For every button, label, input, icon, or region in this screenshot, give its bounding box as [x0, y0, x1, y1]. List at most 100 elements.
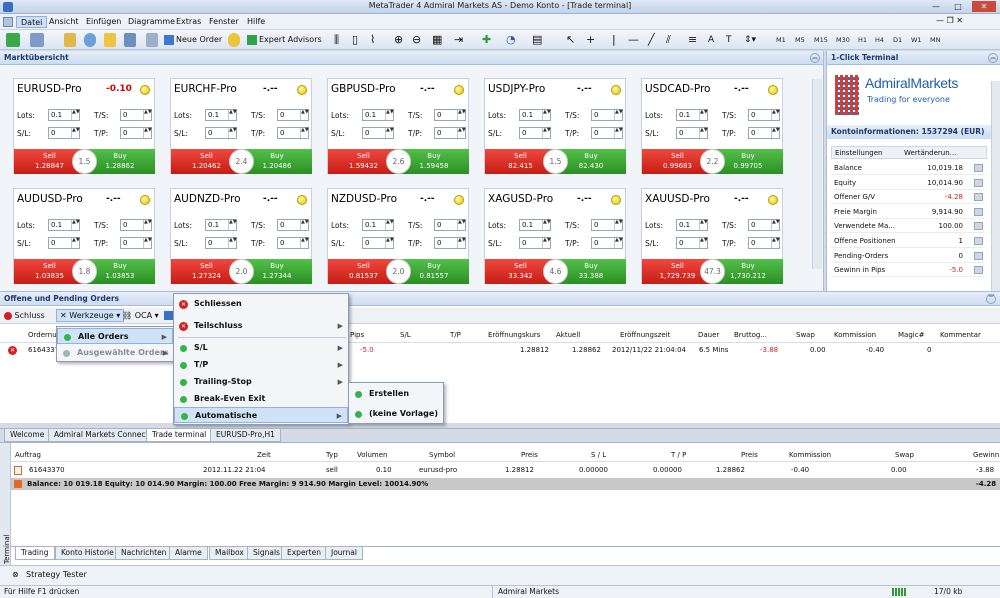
row-action-icon[interactable]	[974, 251, 983, 260]
timeframe-mn[interactable]: MN	[930, 34, 940, 46]
cursor-icon[interactable]: ↖	[566, 33, 578, 47]
row-action-icon[interactable]	[974, 164, 983, 172]
close-row-icon[interactable]: ✕	[8, 346, 17, 355]
timeframe-d1[interactable]: D1	[893, 34, 902, 46]
stepper-arrows-icon[interactable]: ▲▼	[143, 128, 152, 138]
stepper-arrows-icon[interactable]: ▲▼	[143, 110, 152, 120]
sl-stepper[interactable]: 0 ▲▼	[676, 237, 708, 249]
lots-stepper[interactable]: 0.1 ▲▼	[362, 219, 394, 231]
stepper-arrows-icon[interactable]: ▲▼	[614, 110, 623, 120]
terminal-tab[interactable]: Journal	[325, 547, 363, 560]
sl-stepper[interactable]: 0 ▲▼	[48, 127, 80, 139]
stepper-arrows-icon[interactable]: ▲▼	[771, 238, 780, 248]
sl-stepper[interactable]: 0 ▲▼	[48, 237, 80, 249]
menu-sl[interactable]: S/L ▶	[174, 340, 348, 356]
stepper-arrows-icon[interactable]: ▲▼	[228, 238, 237, 248]
terminal-col-header[interactable]: Volumen	[357, 449, 387, 461]
row-action-icon[interactable]	[974, 207, 983, 216]
stepper-arrows-icon[interactable]: ▲▼	[228, 220, 237, 230]
terminal-tab[interactable]: Konto Historie	[55, 547, 120, 560]
menu-selected-orders[interactable]: Ausgewählte Orders ▶	[57, 345, 173, 361]
ts-stepper[interactable]: 0 ▲▼	[748, 219, 780, 231]
row-action-icon[interactable]	[974, 266, 983, 275]
menu-datei[interactable]: Datei	[16, 16, 48, 28]
tp-stepper[interactable]: 0 ▲▼	[277, 237, 309, 249]
stepper-arrows-icon[interactable]: ▲▼	[771, 220, 780, 230]
stepper-arrows-icon[interactable]: ▲▼	[71, 128, 80, 138]
row-action-icon[interactable]	[974, 222, 983, 231]
new-chart-icon[interactable]	[6, 33, 20, 47]
tab-trade-terminal[interactable]: Trade terminal	[146, 429, 213, 442]
text-icon[interactable]: A	[708, 33, 720, 47]
orders-col-header[interactable]: T/P	[450, 329, 461, 341]
profiles-icon[interactable]	[30, 33, 44, 47]
lots-stepper[interactable]: 0.1 ▲▼	[48, 219, 80, 231]
timeframe-h4[interactable]: H4	[875, 34, 884, 46]
tab-admiral-connect[interactable]: Admiral Markets Connect	[48, 429, 155, 442]
lots-stepper[interactable]: 0.1 ▲▼	[205, 109, 237, 121]
timeframe-w1[interactable]: W1	[911, 34, 922, 46]
timeframe-m5[interactable]: M5	[795, 34, 805, 46]
lots-stepper[interactable]: 0.1 ▲▼	[519, 109, 551, 121]
lots-stepper[interactable]: 0.1 ▲▼	[519, 219, 551, 231]
ts-stepper[interactable]: 0 ▲▼	[434, 219, 466, 231]
terminal-tab[interactable]: Trading	[15, 547, 55, 560]
templates-icon[interactable]: ▤	[532, 33, 544, 47]
navigator-icon[interactable]	[84, 33, 96, 47]
orders-col-header[interactable]: Dauer	[698, 329, 719, 341]
tp-stepper[interactable]: 0 ▲▼	[748, 237, 780, 249]
stepper-arrows-icon[interactable]: ▲▼	[143, 238, 152, 248]
menu-diagramme[interactable]: Diagramme	[124, 16, 179, 28]
text-label-icon[interactable]: T	[726, 33, 738, 47]
sl-stepper[interactable]: 0 ▲▼	[362, 237, 394, 249]
terminal-tab[interactable]: Mailbox	[209, 547, 250, 560]
tab-eurusd-chart[interactable]: EURUSD-Pro,H1	[210, 429, 281, 442]
orders-col-header[interactable]: Pips	[350, 329, 364, 341]
stepper-arrows-icon[interactable]: ▲▼	[385, 238, 394, 248]
stepper-arrows-icon[interactable]: ▲▼	[542, 110, 551, 120]
terminal-col-header[interactable]: Gewinn	[973, 449, 999, 461]
terminal-icon[interactable]	[124, 33, 136, 47]
stepper-arrows-icon[interactable]: ▲▼	[771, 110, 780, 120]
maximize-button[interactable]: □	[950, 1, 966, 12]
stepper-arrows-icon[interactable]: ▲▼	[300, 110, 309, 120]
terminal-row[interactable]: 61643370 2012.11.22 21:04 sell 0.10 euru…	[11, 464, 1000, 477]
sl-stepper[interactable]: 0 ▲▼	[362, 127, 394, 139]
menu-auto-close[interactable]: Automatische Positionsschliessung▶	[174, 407, 348, 436]
tp-stepper[interactable]: 0 ▲▼	[591, 127, 623, 139]
ts-stepper[interactable]: 0 ▲▼	[748, 109, 780, 121]
close-window-button[interactable]: ✕	[972, 1, 996, 12]
stepper-arrows-icon[interactable]: ▲▼	[71, 110, 80, 120]
stepper-arrows-icon[interactable]: ▲▼	[542, 220, 551, 230]
orders-col-header[interactable]: Eröffnungskurs	[488, 329, 540, 341]
terminal-col-header[interactable]: Auftrag	[15, 449, 41, 461]
menu-create[interactable]: Erstellen	[349, 386, 443, 402]
stepper-arrows-icon[interactable]: ▲▼	[385, 110, 394, 120]
terminal-col-header[interactable]: Typ	[326, 449, 338, 461]
market-scrollbar[interactable]	[812, 79, 822, 269]
menu-partial-close[interactable]: ✕ Teilschluss ▶	[174, 318, 348, 334]
collapse-icon[interactable]: ︽	[988, 53, 998, 63]
candle-chart-icon[interactable]: ▯	[352, 33, 364, 47]
close-order-button[interactable]: Schluss	[4, 310, 45, 322]
indicators-icon[interactable]: ✚	[482, 33, 494, 47]
terminal-tab[interactable]: Experten	[281, 547, 327, 560]
stepper-arrows-icon[interactable]: ▲▼	[699, 128, 708, 138]
stepper-arrows-icon[interactable]: ▲▼	[457, 128, 466, 138]
close-tester-icon[interactable]: ⊗	[12, 570, 19, 579]
zoom-in-icon[interactable]: ⊕	[394, 33, 406, 47]
menu-trailing-stop[interactable]: Trailing-Stop ▶	[174, 374, 348, 390]
tools-button[interactable]: ✕ Werkzeuge ▾	[56, 309, 125, 322]
expert-advisors-button[interactable]: Expert Advisors	[247, 33, 322, 47]
ts-stepper[interactable]: 0 ▲▼	[120, 109, 152, 121]
menu-hilfe[interactable]: Hilfe	[243, 16, 269, 28]
tp-stepper[interactable]: 0 ▲▼	[277, 127, 309, 139]
vertical-line-icon[interactable]: |	[612, 33, 624, 47]
stepper-arrows-icon[interactable]: ▲▼	[542, 128, 551, 138]
menu-extras[interactable]: Extras	[172, 16, 205, 28]
trendline-icon[interactable]: ╱	[648, 33, 660, 47]
menu-close[interactable]: ✕ Schliessen	[174, 296, 348, 312]
stepper-arrows-icon[interactable]: ▲▼	[143, 220, 152, 230]
stepper-arrows-icon[interactable]: ▲▼	[771, 128, 780, 138]
terminal-col-header[interactable]: Kommission	[789, 449, 831, 461]
